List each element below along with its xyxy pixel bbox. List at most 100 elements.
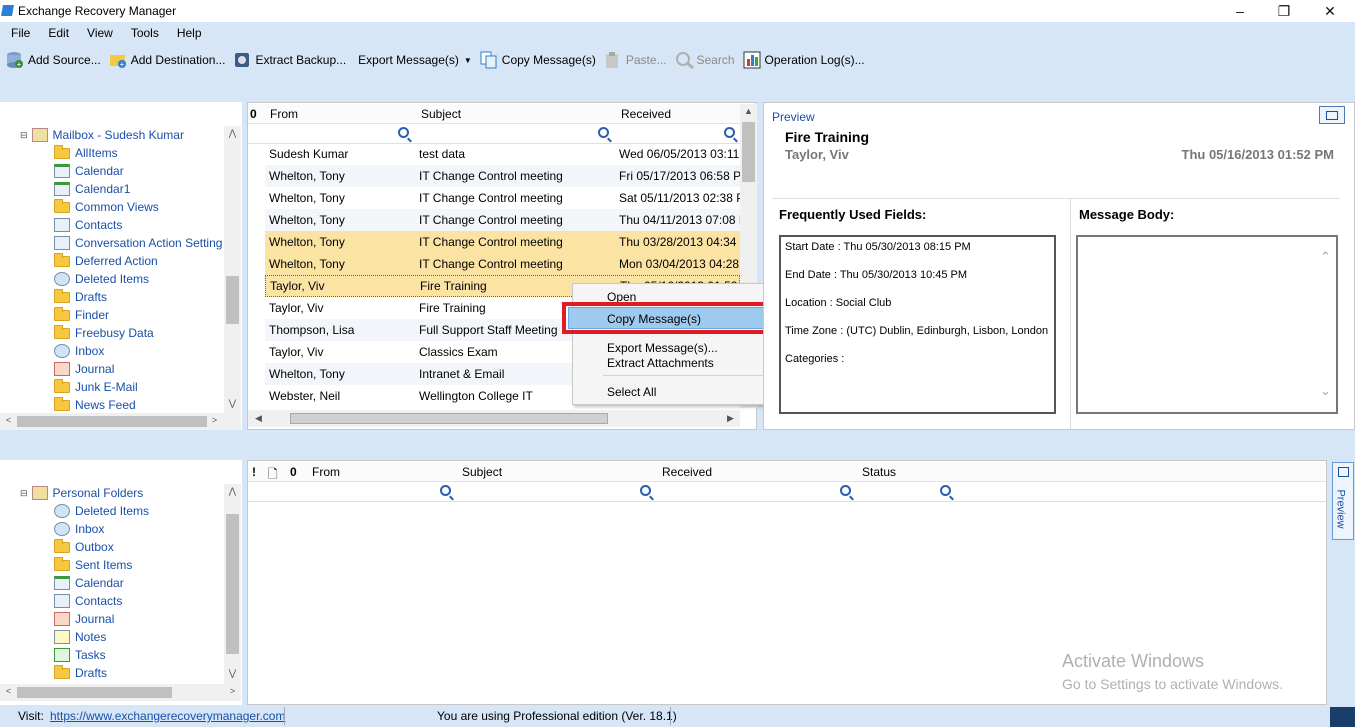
- scroll-thumb[interactable]: [17, 687, 172, 698]
- paste-button[interactable]: Paste...: [600, 47, 671, 73]
- search-button[interactable]: Search: [671, 47, 739, 73]
- tree-item-junk-email[interactable]: Junk E-Mail: [54, 378, 138, 396]
- scroll-down-icon[interactable]: ⌄: [1317, 383, 1334, 399]
- copy-messages-button[interactable]: Copy Message(s): [476, 47, 600, 73]
- scroll-up-icon[interactable]: ⋀: [224, 128, 241, 139]
- menu-help[interactable]: Help: [168, 26, 211, 40]
- resize-grip[interactable]: [1330, 707, 1355, 727]
- extract-backup-button[interactable]: Extract Backup...: [229, 47, 350, 73]
- tree-item-deferred-action[interactable]: Deferred Action: [54, 252, 158, 270]
- dest-item-sent-items[interactable]: Sent Items: [54, 556, 132, 574]
- message-row[interactable]: Whelton, Tony IT Change Control meeting Sa…: [265, 187, 740, 209]
- scroll-up-icon[interactable]: ⋀: [224, 486, 241, 497]
- menu-edit[interactable]: Edit: [39, 26, 78, 40]
- tree-item-conversation-action[interactable]: Conversation Action Setting: [54, 234, 222, 252]
- tree-item-finder[interactable]: Finder: [54, 306, 109, 324]
- dest-tree-horizontal-scrollbar[interactable]: < >: [0, 684, 241, 701]
- dest-item-deleted-items[interactable]: Deleted Items: [54, 502, 149, 520]
- tree-root-personal-folders[interactable]: ⊟ Personal Folders: [20, 484, 143, 502]
- maximize-button[interactable]: ❐: [1261, 0, 1307, 22]
- scroll-left-icon[interactable]: <: [0, 686, 17, 696]
- scroll-right-icon[interactable]: >: [224, 686, 241, 696]
- scroll-thumb[interactable]: [290, 413, 608, 424]
- context-extract-attachments[interactable]: Extract Attachments: [607, 356, 714, 370]
- tree-item-journal[interactable]: Journal: [54, 360, 114, 378]
- tree-item-news-feed[interactable]: News Feed: [54, 396, 136, 414]
- scroll-right-icon[interactable]: >: [206, 415, 223, 425]
- column-from[interactable]: From: [270, 107, 298, 121]
- attachment-column-icon[interactable]: 0: [290, 465, 297, 479]
- message-row[interactable]: Sudesh Kumar test data Wed 06/05/2013 03:1…: [265, 143, 740, 165]
- tree-item-contacts[interactable]: Contacts: [54, 216, 122, 234]
- message-row-selected[interactable]: Whelton, Tony IT Change Control meeting Th…: [265, 231, 740, 253]
- filter-search-icon[interactable]: [440, 485, 451, 496]
- tree-vertical-scrollbar[interactable]: ⋀ ⋁: [224, 126, 241, 414]
- message-row[interactable]: Whelton, Tony IT Change Control meeting Th…: [265, 209, 740, 231]
- scroll-right-icon[interactable]: ▶: [722, 413, 739, 424]
- scroll-down-icon[interactable]: ⋁: [224, 398, 241, 409]
- menu-tools[interactable]: Tools: [122, 26, 168, 40]
- dest-column-status[interactable]: Status: [862, 465, 896, 479]
- tree-item-inbox[interactable]: Inbox: [54, 342, 104, 360]
- horizontal-splitter[interactable]: [0, 430, 1355, 460]
- dest-item-notes[interactable]: Notes: [54, 628, 106, 646]
- tree-item-calendar1[interactable]: Calendar1: [54, 180, 130, 198]
- dest-item-calendar[interactable]: Calendar: [54, 574, 124, 592]
- scroll-left-icon[interactable]: ◀: [250, 413, 267, 424]
- side-preview-tab[interactable]: Preview: [1332, 462, 1354, 540]
- dest-item-journal[interactable]: Journal: [54, 610, 114, 628]
- detach-preview-button[interactable]: [1319, 106, 1345, 124]
- dest-column-subject[interactable]: Subject: [462, 465, 502, 479]
- column-received[interactable]: Received: [621, 107, 671, 121]
- filter-search-icon[interactable]: [724, 127, 735, 138]
- export-messages-button[interactable]: Export Message(s) ▼: [350, 47, 476, 73]
- scroll-left-icon[interactable]: <: [0, 415, 17, 425]
- filter-search-icon[interactable]: [840, 485, 851, 496]
- menu-view[interactable]: View: [78, 26, 122, 40]
- menu-file[interactable]: File: [0, 26, 39, 40]
- message-row-selected[interactable]: Whelton, Tony IT Change Control meeting Mo…: [265, 253, 740, 275]
- dest-item-drafts[interactable]: Drafts: [54, 664, 107, 682]
- scroll-thumb[interactable]: [17, 416, 207, 427]
- tree-item-allitems[interactable]: AllItems: [54, 144, 118, 162]
- scroll-down-icon[interactable]: ⋁: [224, 668, 241, 679]
- tree-item-common-views[interactable]: Common Views: [54, 198, 159, 216]
- importance-column-icon[interactable]: !: [252, 465, 256, 479]
- dest-item-contacts[interactable]: Contacts: [54, 592, 122, 610]
- message-list-horizontal-scrollbar[interactable]: ◀ ▶: [248, 410, 740, 427]
- column-subject[interactable]: Subject: [421, 107, 461, 121]
- scroll-thumb[interactable]: [226, 276, 239, 324]
- website-link[interactable]: https://www.exchangerecoverymanager.com: [50, 709, 285, 723]
- tree-item-deleted-items[interactable]: Deleted Items: [54, 270, 149, 288]
- dest-item-tasks[interactable]: Tasks: [54, 646, 106, 664]
- scroll-up-icon[interactable]: ⌃: [1317, 249, 1334, 265]
- tree-root-mailbox[interactable]: ⊟ Mailbox - Sudesh Kumar: [20, 126, 184, 144]
- preview-tab[interactable]: Preview: [772, 110, 815, 124]
- dest-column-received[interactable]: Received: [662, 465, 712, 479]
- context-export-messages[interactable]: Export Message(s)...: [607, 341, 718, 355]
- add-source-button[interactable]: + Add Source...: [2, 47, 105, 73]
- scroll-thumb[interactable]: [742, 122, 755, 182]
- dest-item-inbox[interactable]: Inbox: [54, 520, 104, 538]
- filter-search-icon[interactable]: [640, 485, 651, 496]
- operation-logs-button[interactable]: Operation Log(s)...: [739, 47, 869, 73]
- dest-tree-vertical-scrollbar[interactable]: ⋀ ⋁: [224, 484, 241, 684]
- add-destination-button[interactable]: + Add Destination...: [105, 47, 230, 73]
- message-row[interactable]: Whelton, Tony IT Change Control meeting Fr…: [265, 165, 740, 187]
- tree-item-calendar[interactable]: Calendar: [54, 162, 124, 180]
- minimize-button[interactable]: –: [1217, 0, 1263, 22]
- scroll-thumb[interactable]: [226, 514, 239, 654]
- attachment-column-icon[interactable]: 0: [250, 107, 257, 121]
- filter-search-icon[interactable]: [598, 127, 609, 138]
- collapse-icon[interactable]: ⊟: [20, 130, 28, 141]
- tree-item-drafts[interactable]: Drafts: [54, 288, 107, 306]
- filter-search-icon[interactable]: [398, 127, 409, 138]
- collapse-icon[interactable]: ⊟: [20, 488, 28, 499]
- tree-item-freebusy[interactable]: Freebusy Data: [54, 324, 154, 342]
- context-select-all[interactable]: Select All: [607, 385, 656, 399]
- tree-horizontal-scrollbar[interactable]: < >: [0, 413, 241, 430]
- scroll-up-icon[interactable]: ▲: [740, 106, 757, 116]
- filter-search-icon[interactable]: [940, 485, 951, 496]
- dest-column-from[interactable]: From: [312, 465, 340, 479]
- dest-item-outbox[interactable]: Outbox: [54, 538, 114, 556]
